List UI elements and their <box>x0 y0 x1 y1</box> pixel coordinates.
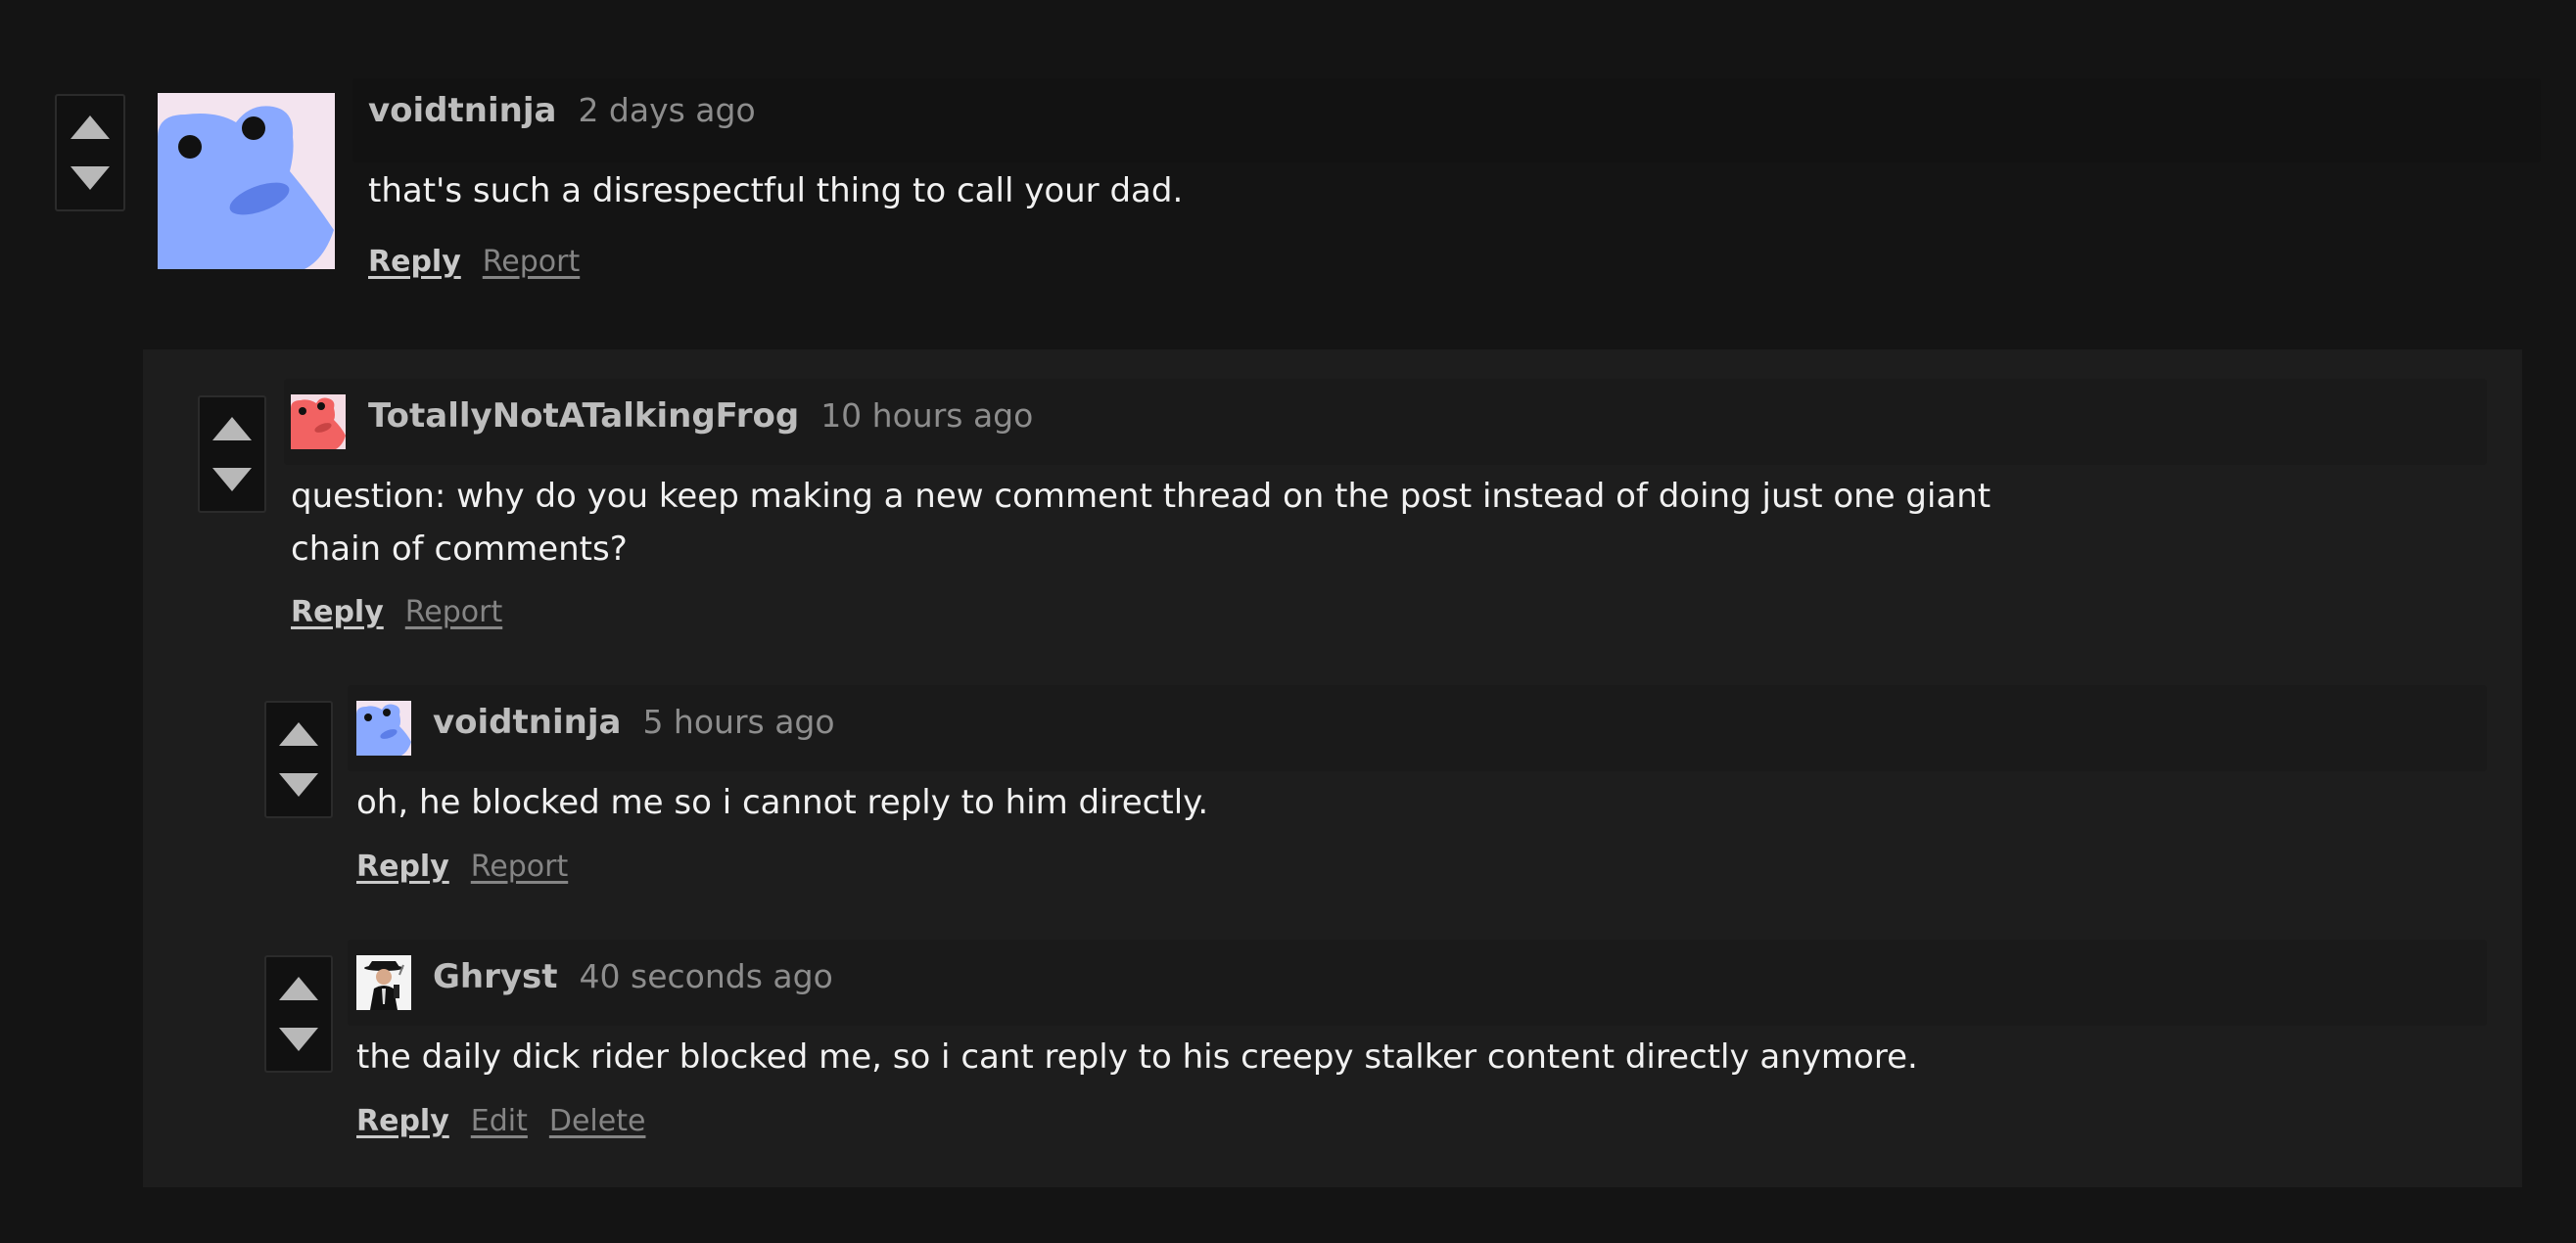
comment-username[interactable]: Ghryst <box>433 957 558 996</box>
downvote-arrow-icon[interactable] <box>279 1028 318 1051</box>
reply-link[interactable]: Reply <box>368 245 461 279</box>
comment-actions: Reply Edit Delete <box>356 1104 645 1138</box>
upvote-arrow-icon[interactable] <box>212 417 252 440</box>
blue-frog-icon[interactable] <box>356 701 411 756</box>
upvote-arrow-icon[interactable] <box>70 115 110 139</box>
comment-header: voidtninja 5 hours ago <box>433 703 835 742</box>
upvote-arrow-icon[interactable] <box>279 722 318 746</box>
delete-link[interactable]: Delete <box>549 1104 646 1138</box>
report-link[interactable]: Report <box>483 245 580 279</box>
comment-header: Ghryst 40 seconds ago <box>433 957 833 996</box>
vote-controls <box>264 955 333 1073</box>
vote-controls <box>55 94 125 211</box>
comment-actions: Reply Report <box>291 595 502 629</box>
blue-frog-icon[interactable] <box>158 93 335 269</box>
comment-body: that's such a disrespectful thing to cal… <box>368 171 1184 210</box>
downvote-arrow-icon[interactable] <box>212 468 252 491</box>
vote-controls <box>264 701 333 818</box>
comment-body: question: why do you keep making a new c… <box>291 477 1991 569</box>
downvote-arrow-icon[interactable] <box>70 166 110 190</box>
edit-link[interactable]: Edit <box>471 1104 528 1138</box>
upvote-arrow-icon[interactable] <box>279 977 318 1000</box>
comment-header: TotallyNotATalkingFrog 10 hours ago <box>368 396 1033 436</box>
reply-link[interactable]: Reply <box>356 850 449 884</box>
comment-username[interactable]: voidtninja <box>433 703 621 742</box>
report-link[interactable]: Report <box>471 850 568 884</box>
comment-timestamp: 5 hours ago <box>642 703 835 741</box>
comment-body: the daily dick rider blocked me, so i ca… <box>356 1037 1918 1077</box>
comment-timestamp: 2 days ago <box>578 91 756 129</box>
reply-link[interactable]: Reply <box>291 595 384 629</box>
comment-body: oh, he blocked me so i cannot reply to h… <box>356 783 1209 822</box>
comments-page: voidtninja 2 days ago that's such a disr… <box>0 0 2576 1243</box>
reply-link[interactable]: Reply <box>356 1104 449 1138</box>
comment-header: voidtninja 2 days ago <box>368 91 756 130</box>
comment-username[interactable]: TotallyNotATalkingFrog <box>368 396 799 436</box>
comment-actions: Reply Report <box>368 245 580 279</box>
comment-timestamp: 10 hours ago <box>820 396 1034 435</box>
comment-username[interactable]: voidtninja <box>368 91 556 130</box>
suited-man-icon[interactable] <box>356 955 411 1010</box>
report-link[interactable]: Report <box>405 595 502 629</box>
comment-actions: Reply Report <box>356 850 568 884</box>
red-frog-icon[interactable] <box>291 394 346 449</box>
downvote-arrow-icon[interactable] <box>279 773 318 797</box>
comment-timestamp: 40 seconds ago <box>579 957 833 995</box>
vote-controls <box>198 395 266 513</box>
